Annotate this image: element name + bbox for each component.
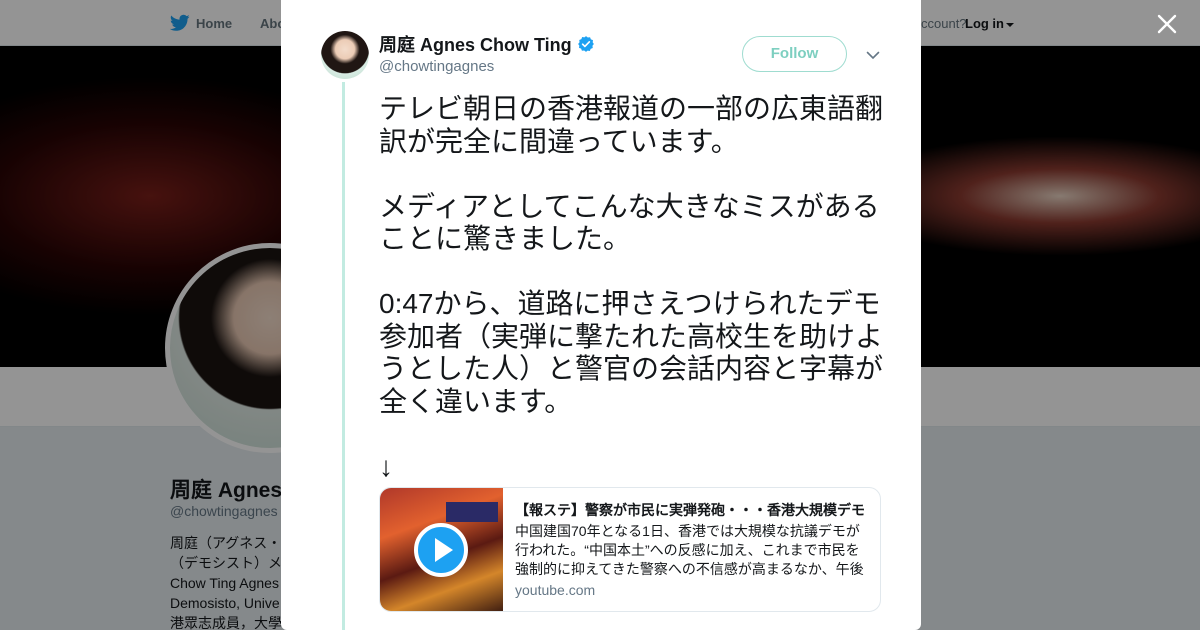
author-handle[interactable]: @chowtingagnes xyxy=(379,58,494,75)
tweet-text: テレビ朝日の香港報道の一部の広東語翻訳が完全に間違っています。 メディアとしてこ… xyxy=(379,93,884,482)
author-name-row[interactable]: 周庭 Agnes Chow Ting xyxy=(379,31,595,57)
thread-line xyxy=(342,82,345,630)
author-name: 周庭 Agnes Chow Ting xyxy=(379,35,572,55)
chevron-down-icon[interactable] xyxy=(865,47,881,63)
verified-badge-icon xyxy=(577,36,594,52)
card-thumbnail xyxy=(380,488,503,611)
follow-button[interactable]: Follow xyxy=(742,36,847,72)
card-description: 中国建国70年となる1日、香港では大規模な抗議デモが行われた。“中国本土”への反… xyxy=(515,523,864,577)
tweet-modal: 周庭 Agnes Chow Ting @chowtingagnes Follow… xyxy=(281,0,921,630)
author-avatar[interactable] xyxy=(321,31,369,79)
card-title: 【報ステ】警察が市民に実弾発砲・・・香港大規模デモ xyxy=(515,502,865,518)
link-card[interactable]: 【報ステ】警察が市民に実弾発砲・・・香港大規模デモ 中国建国70年となる1日、香… xyxy=(379,487,881,612)
play-icon[interactable] xyxy=(413,522,469,578)
thumbnail-caption-strip xyxy=(446,502,498,522)
close-icon[interactable] xyxy=(1155,12,1179,36)
card-domain: youtube.com xyxy=(515,582,596,598)
